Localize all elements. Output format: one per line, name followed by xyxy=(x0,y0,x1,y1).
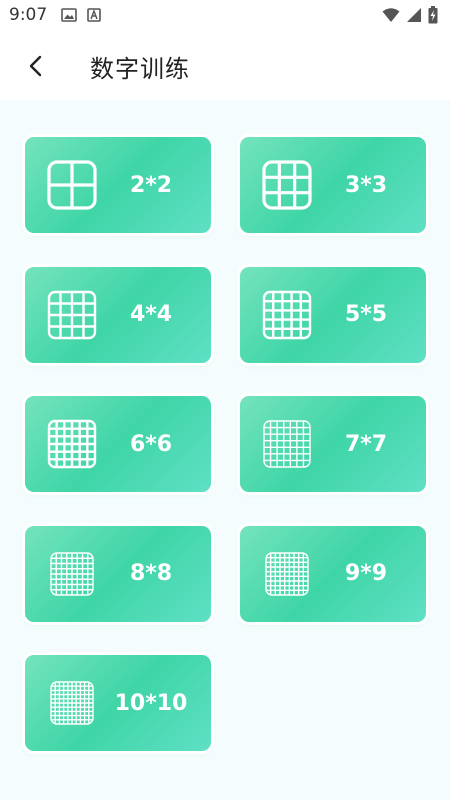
text-recognition-icon xyxy=(87,8,101,22)
grid-icon xyxy=(47,290,97,339)
status-icons-right xyxy=(382,6,438,24)
grid-option-label: 6*6 xyxy=(129,431,173,457)
grid-icon xyxy=(50,551,94,596)
status-bar: 9:07 xyxy=(0,0,450,30)
grid-option-label: 2*2 xyxy=(129,172,173,198)
grid-option-card[interactable]: 7*7 xyxy=(240,396,426,492)
grid-option-label: 7*7 xyxy=(344,431,388,457)
battery-icon xyxy=(428,6,438,24)
grid-options-list: 2*2 3*3 4*4 5*5 6*6 7*7 8*8 9*9 10*10 xyxy=(0,100,450,800)
status-time: 9:07 xyxy=(9,5,48,25)
chevron-left-icon xyxy=(29,55,42,77)
grid-option-label: 3*3 xyxy=(344,172,388,198)
grid-option-label: 10*10 xyxy=(114,690,188,716)
grid-option-card[interactable]: 5*5 xyxy=(240,266,426,363)
grid-option-card[interactable]: 6*6 xyxy=(25,396,211,492)
grid-option-card[interactable]: 10*10 xyxy=(25,655,211,751)
grid-icon xyxy=(262,160,312,210)
grid-option-card[interactable]: 9*9 xyxy=(240,525,426,622)
grid-option-label: 4*4 xyxy=(129,302,173,327)
grid-icon xyxy=(265,551,309,596)
grid-icon xyxy=(262,290,312,339)
wifi-icon xyxy=(382,8,400,22)
grid-option-label: 9*9 xyxy=(344,561,388,586)
back-button[interactable] xyxy=(22,52,50,80)
grid-option-card[interactable]: 4*4 xyxy=(25,266,211,363)
image-icon xyxy=(61,8,77,22)
grid-option-card[interactable]: 2*2 xyxy=(25,137,211,233)
status-icons-left xyxy=(61,8,101,22)
grid-option-card[interactable]: 3*3 xyxy=(240,137,426,233)
grid-icon xyxy=(47,160,97,210)
grid-option-card[interactable]: 8*8 xyxy=(25,525,211,622)
grid-icon xyxy=(50,681,94,725)
app-bar: 数字训练 xyxy=(0,30,450,100)
grid-option-label: 5*5 xyxy=(344,302,388,327)
grid-option-label: 8*8 xyxy=(129,561,173,586)
grid-icon xyxy=(263,420,311,468)
signal-icon xyxy=(407,8,421,22)
grid-icon xyxy=(47,419,97,469)
page-title: 数字训练 xyxy=(90,55,190,83)
